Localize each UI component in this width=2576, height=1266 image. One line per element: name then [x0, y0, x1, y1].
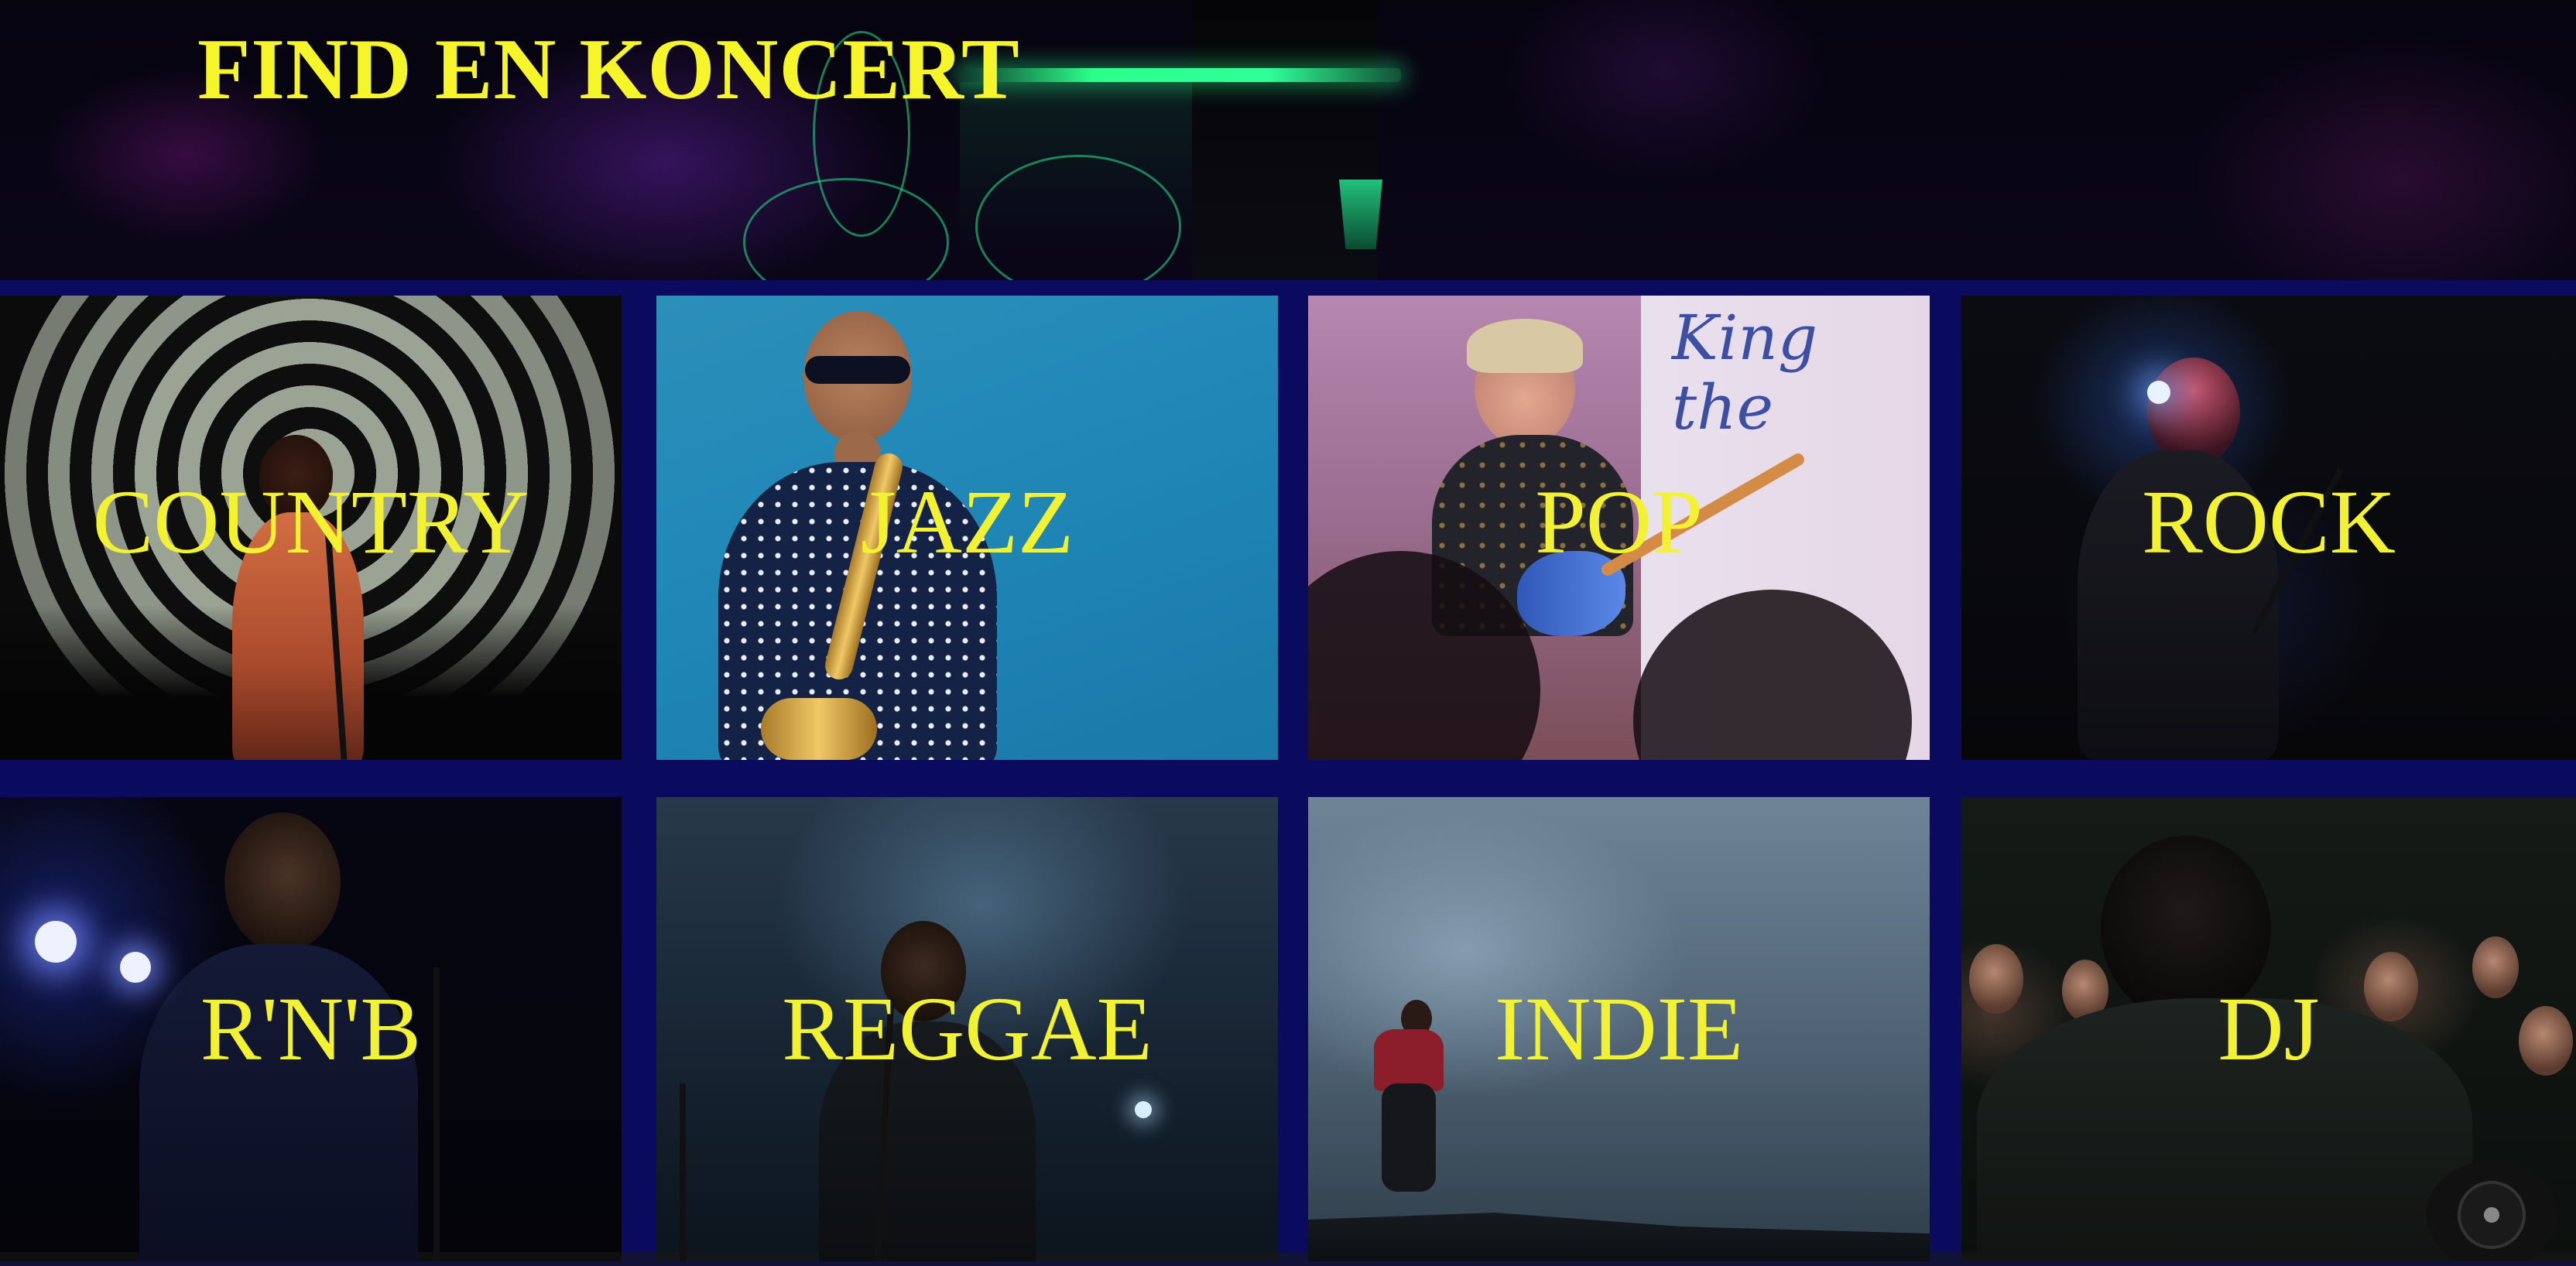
genre-label: R'N'B [200, 978, 422, 1080]
stage-light [1135, 1101, 1152, 1118]
performer-body [1374, 1029, 1444, 1091]
crowd-person [2364, 952, 2418, 1021]
genre-label: DJ [2218, 978, 2320, 1080]
sign-line-1: King [1672, 302, 1818, 374]
crowd-person [1969, 944, 2023, 1014]
stage-light [35, 921, 77, 963]
hero-header: FIND EN KONCERT [0, 0, 2576, 280]
genre-tile-indie[interactable]: INDIE [1308, 797, 1930, 1261]
performer-head [224, 813, 341, 952]
genre-tile-rock[interactable]: ROCK [1961, 296, 2576, 760]
genre-tile-pop[interactable]: King the POP [1308, 296, 1930, 760]
page-title: FIND EN KONCERT [197, 22, 1020, 118]
turntable-icon [2426, 1161, 2557, 1261]
genre-tile-jazz[interactable]: JAZZ [656, 296, 1278, 760]
crowd-person [2519, 1006, 2573, 1076]
performer-hair [1467, 319, 1583, 373]
genre-label: COUNTRY [92, 471, 529, 573]
genre-tile-dj[interactable]: DJ [1961, 797, 2576, 1261]
saxophone-bell [761, 698, 877, 760]
genre-label: POP [1535, 471, 1703, 573]
stage-light [120, 952, 151, 983]
genre-label: ROCK [2142, 471, 2396, 573]
neon-light [960, 68, 1401, 82]
performer-legs [1382, 1083, 1436, 1192]
genre-label: INDIE [1494, 978, 1744, 1080]
genre-grid: COUNTRY JAZZ King the POP ROCK R'N'B REG… [0, 296, 2576, 1266]
performer-head [2147, 358, 2240, 466]
glowing-cup [1339, 180, 1382, 249]
crowd-person [2472, 936, 2519, 998]
genre-tile-reggae[interactable]: REGGAE [656, 797, 1278, 1261]
mic-stand [433, 967, 440, 1261]
sign-line-2: the [1672, 371, 1774, 443]
handwritten-sign: King the [1672, 303, 1817, 443]
genre-label: JAZZ [860, 471, 1074, 573]
genre-label: REGGAE [782, 978, 1153, 1080]
genre-tile-country[interactable]: COUNTRY [0, 296, 622, 760]
genre-tile-rnb[interactable]: R'N'B [0, 797, 622, 1261]
stage-light [2147, 381, 2170, 404]
mic-stand [680, 1083, 686, 1261]
sunglasses-icon [805, 356, 910, 384]
